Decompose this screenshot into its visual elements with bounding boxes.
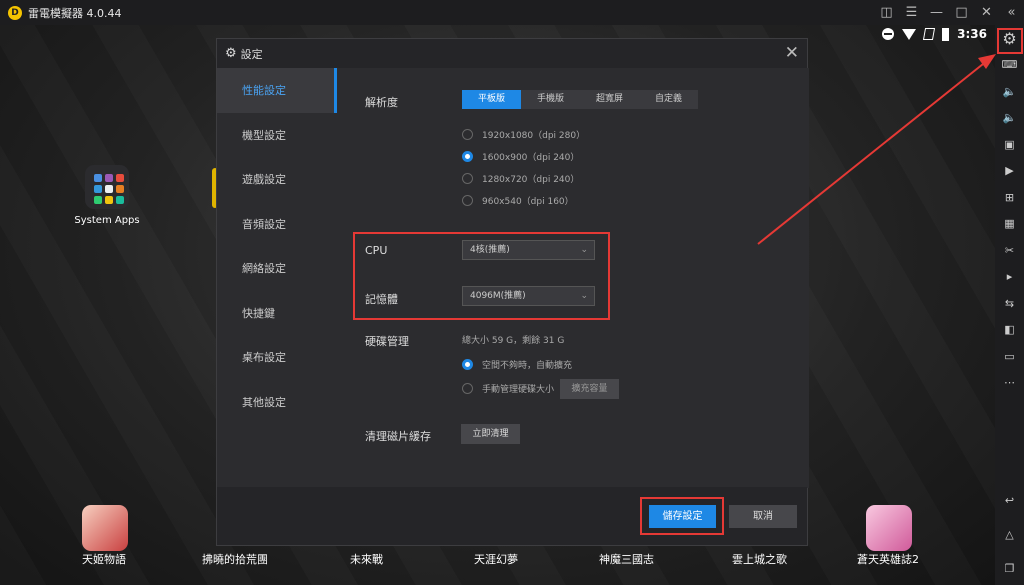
window-controls: ◫ ☰ — □ ✕ « bbox=[874, 0, 1024, 25]
resolution-label: 解析度 bbox=[365, 96, 398, 109]
close-icon[interactable]: ✕ bbox=[974, 5, 999, 20]
system-apps-label: System Apps bbox=[74, 215, 140, 226]
app-grid-icon bbox=[85, 165, 129, 209]
highlight-box bbox=[353, 232, 610, 320]
dock-app-label: 雲上城之歌 bbox=[732, 553, 787, 566]
settings-icon: ⚙ bbox=[225, 46, 237, 61]
nav-item-shortcuts[interactable]: 快捷鍵 bbox=[217, 291, 337, 336]
keyboard-icon[interactable]: ⌨ bbox=[995, 52, 1024, 79]
resolution-option[interactable]: 1600x900（dpi 240） bbox=[462, 150, 579, 163]
minimize-icon[interactable]: — bbox=[924, 5, 949, 20]
back-icon[interactable]: ↩ bbox=[995, 483, 1024, 517]
apk-icon[interactable]: ▦ bbox=[995, 211, 1024, 238]
dock-app-icon[interactable] bbox=[82, 505, 128, 551]
nav-item-game[interactable]: 遊戲設定 bbox=[217, 157, 337, 202]
dock-app-label: 天姬物語 bbox=[82, 553, 126, 566]
resolution-option-label: 1600x900（dpi 240） bbox=[482, 153, 580, 163]
menu-icon[interactable]: ☰ bbox=[899, 5, 924, 20]
disk-auto-option[interactable]: 空間不夠時，自動擴充 bbox=[462, 358, 572, 371]
dock-app-icon[interactable] bbox=[866, 505, 912, 551]
clear-cache-button[interactable]: 立即清理 bbox=[461, 424, 520, 444]
dock-app-label: 蒼天英雄誌2 bbox=[857, 553, 919, 566]
nav-item-other[interactable]: 其他設定 bbox=[217, 380, 337, 425]
emulator-sidebar: ⚙ ⌨ 🔈 🔈 ▣ ▶ ⊞ ▦ ✂ ▸ ⇆ ◧ ▭ ⋯ ↩ △ ❐ bbox=[995, 25, 1024, 585]
cache-label: 清理磁片緩存 bbox=[365, 430, 431, 443]
resolution-option-label: 1920x1080（dpi 280） bbox=[482, 131, 586, 141]
highlight-box bbox=[640, 497, 724, 535]
volume-down-icon[interactable]: 🔈 bbox=[995, 105, 1024, 132]
resolution-option[interactable]: 1280x720（dpi 240） bbox=[462, 172, 579, 185]
resolution-tabs: 平板版 手機版 超寬屏 自定義 bbox=[462, 90, 698, 109]
settings-nav: 性能設定 機型設定 遊戲設定 音頻設定 網絡設定 快捷鍵 桌布設定 其他設定 bbox=[217, 68, 337, 488]
fullscreen-icon[interactable]: ▣ bbox=[995, 131, 1024, 158]
collapse-icon[interactable]: « bbox=[999, 5, 1024, 20]
folder-icon[interactable]: ▭ bbox=[995, 343, 1024, 370]
home-icon[interactable]: △ bbox=[995, 517, 1024, 551]
rotate-icon[interactable]: ◧ bbox=[995, 317, 1024, 344]
tab-phone[interactable]: 手機版 bbox=[521, 90, 580, 109]
disk-auto-label: 空間不夠時，自動擴充 bbox=[482, 361, 573, 371]
volume-up-icon[interactable]: 🔈 bbox=[995, 78, 1024, 105]
radio-button-selected[interactable] bbox=[462, 151, 473, 162]
app-logo-icon: D bbox=[8, 5, 22, 20]
radio-button[interactable] bbox=[462, 129, 473, 140]
nav-item-network[interactable]: 網絡設定 bbox=[217, 246, 337, 291]
no-signal-icon bbox=[923, 28, 936, 40]
radio-button-selected[interactable] bbox=[462, 359, 473, 370]
recent-apps-icon[interactable]: ❐ bbox=[995, 551, 1024, 585]
sync-icon[interactable]: ⇆ bbox=[995, 290, 1024, 317]
expand-disk-button[interactable]: 擴充容量 bbox=[560, 379, 619, 399]
radio-button[interactable] bbox=[462, 383, 473, 394]
resolution-option[interactable]: 960x540（dpi 160） bbox=[462, 194, 574, 207]
dock-app-label: 天涯幻夢 bbox=[474, 553, 518, 566]
nav-item-audio[interactable]: 音頻設定 bbox=[217, 202, 337, 247]
nav-item-model[interactable]: 機型設定 bbox=[217, 113, 337, 158]
dock-app-label: 拂曉的拾荒團 bbox=[202, 553, 268, 566]
tab-ultrawide[interactable]: 超寬屏 bbox=[580, 90, 639, 109]
more-icon[interactable]: ⋯ bbox=[995, 370, 1024, 397]
play-icon[interactable]: ▶ bbox=[995, 158, 1024, 185]
disk-manual-option[interactable]: 手動管理硬碟大小 bbox=[462, 382, 554, 395]
wifi-icon bbox=[902, 28, 917, 40]
window-title: 雷電模擬器 4.0.44 bbox=[28, 6, 122, 20]
disk-info: 總大小 59 G，剩餘 31 G bbox=[462, 336, 565, 346]
resolution-option[interactable]: 1920x1080（dpi 280） bbox=[462, 128, 585, 141]
dialog-header: ⚙ 設定 ✕ bbox=[217, 39, 807, 68]
radio-button[interactable] bbox=[462, 173, 473, 184]
video-icon[interactable]: ▸ bbox=[995, 264, 1024, 291]
radio-button[interactable] bbox=[462, 195, 473, 206]
window-titlebar: D 雷電模擬器 4.0.44 ◫ ☰ — □ ✕ « bbox=[0, 0, 1024, 25]
resolution-option-label: 960x540（dpi 160） bbox=[482, 197, 574, 207]
disk-manual-label: 手動管理硬碟大小 bbox=[482, 385, 555, 395]
gamepad-icon[interactable]: ◫ bbox=[874, 5, 899, 20]
maximize-icon[interactable]: □ bbox=[949, 5, 974, 20]
resolution-option-label: 1280x720（dpi 240） bbox=[482, 175, 580, 185]
battery-icon bbox=[942, 27, 950, 41]
install-apk-icon[interactable]: ⊞ bbox=[995, 184, 1024, 211]
dock-app-label: 神魔三國志 bbox=[599, 553, 654, 566]
nav-item-wallpaper[interactable]: 桌布設定 bbox=[217, 335, 337, 380]
system-apps-folder[interactable]: System Apps bbox=[74, 165, 140, 226]
cancel-button[interactable]: 取消 bbox=[729, 505, 797, 528]
android-status-bar: 3:36 bbox=[882, 27, 987, 41]
dock-app-label: 未來戰 bbox=[350, 553, 383, 566]
dialog-title: 設定 bbox=[240, 47, 263, 61]
scissors-icon[interactable]: ✂ bbox=[995, 237, 1024, 264]
tab-custom[interactable]: 自定義 bbox=[639, 90, 698, 109]
tab-tablet[interactable]: 平板版 bbox=[462, 90, 521, 109]
status-time: 3:36 bbox=[957, 27, 987, 41]
dialog-footer: 儲存設定 取消 bbox=[217, 487, 807, 545]
highlight-box bbox=[997, 28, 1023, 54]
disk-label: 硬碟管理 bbox=[365, 335, 409, 348]
do-not-disturb-icon bbox=[882, 28, 895, 40]
close-icon[interactable]: ✕ bbox=[785, 43, 799, 63]
nav-item-performance[interactable]: 性能設定 bbox=[217, 68, 337, 113]
